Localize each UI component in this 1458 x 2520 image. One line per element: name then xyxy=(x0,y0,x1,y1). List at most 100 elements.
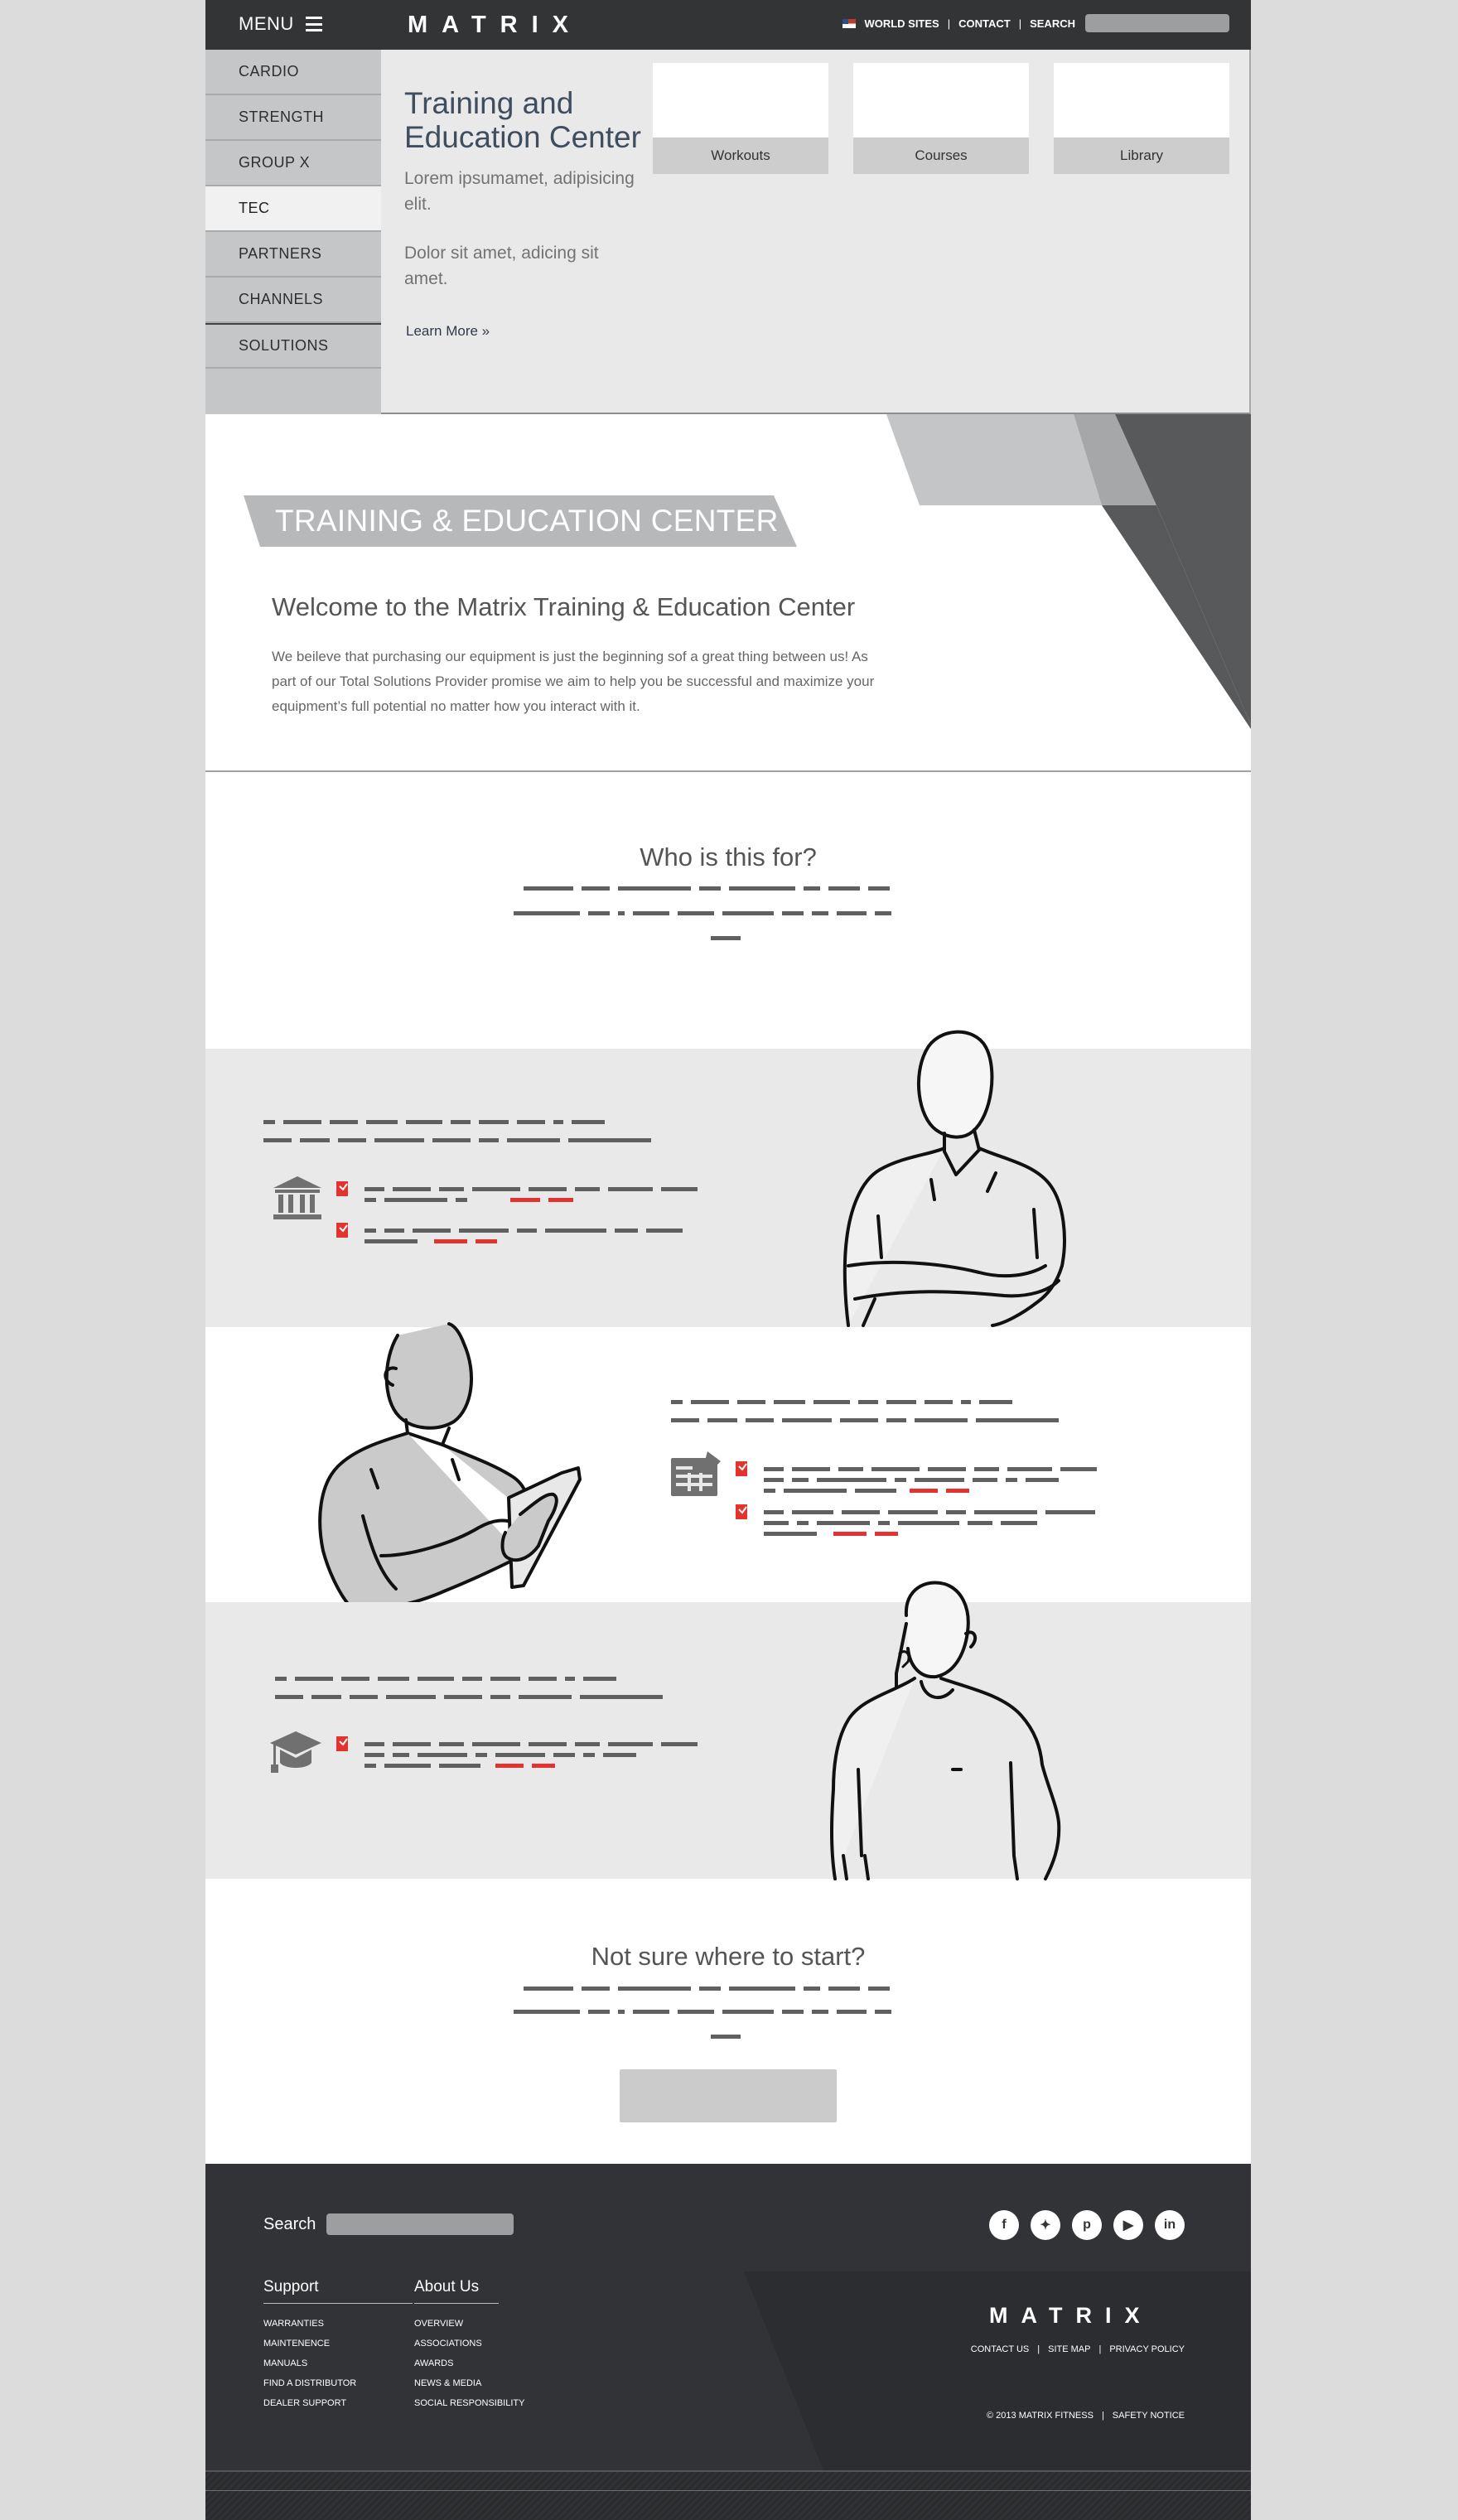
footer-link-social-responsibility[interactable]: SOCIAL RESPONSIBILITY xyxy=(414,2393,524,2413)
red-bullet-icon xyxy=(336,1223,348,1238)
nav-item-channels[interactable]: CHANNELS xyxy=(205,278,381,323)
social-links: f ✦ p ▶ in xyxy=(989,2210,1185,2240)
persona-bullets xyxy=(336,1736,698,1768)
get-started-button[interactable] xyxy=(620,2069,837,2122)
red-bullet-icon xyxy=(336,1736,348,1751)
placeholder-text xyxy=(514,1987,891,2039)
intro-section: TRAINING & EDUCATION CENTER Welcome to t… xyxy=(205,414,1251,772)
menu-label: MENU xyxy=(239,13,294,34)
safety-notice-link[interactable]: SAFETY NOTICE xyxy=(1113,2411,1185,2421)
nav-item-cardio[interactable]: CARDIO xyxy=(205,50,381,95)
world-sites-link[interactable]: WORLD SITES xyxy=(864,17,939,30)
us-flag-icon xyxy=(842,19,857,28)
nav-item-solutions[interactable]: SOLUTIONS xyxy=(205,323,381,369)
red-bullet-icon xyxy=(736,1504,747,1519)
matrix-logo-text: MATRIX xyxy=(408,13,582,35)
separator: | xyxy=(1037,2344,1040,2354)
placeholder-text xyxy=(514,886,891,940)
menu-button[interactable]: MENU xyxy=(239,13,322,35)
card-label: Workouts xyxy=(653,138,828,174)
footer-search-input[interactable] xyxy=(326,2213,514,2235)
persona-bullets xyxy=(736,1461,1097,1536)
separator: | xyxy=(947,17,951,30)
hero-paragraph: Dolor sit amet, adicing sit amet. xyxy=(404,244,599,288)
person-with-tablet-illustration xyxy=(318,1322,582,1611)
double-chevron-right-icon: » xyxy=(481,323,490,339)
hamburger-icon xyxy=(305,17,322,31)
card-courses[interactable]: Courses xyxy=(853,63,1029,174)
card-library[interactable]: Library xyxy=(1054,63,1229,174)
footer-link-awards[interactable]: AWARDS xyxy=(414,2353,524,2373)
separator: | xyxy=(1098,2344,1102,2354)
matrix-logo[interactable]: MATRIX xyxy=(408,13,615,35)
separator: | xyxy=(1101,2411,1104,2421)
graduation-cap-icon xyxy=(270,1731,321,1773)
divider xyxy=(205,2490,1251,2491)
top-links: WORLD SITES | CONTACT | SEARCH xyxy=(842,17,1075,30)
contact-link[interactable]: CONTACT xyxy=(958,17,1011,30)
footer-contact-link[interactable]: CONTACT US xyxy=(971,2344,1030,2354)
linkedin-icon[interactable]: in xyxy=(1155,2210,1185,2240)
persona-bullets xyxy=(336,1181,698,1243)
twitter-icon[interactable]: ✦ xyxy=(1031,2210,1060,2240)
footer-bottom-strip xyxy=(205,2470,1251,2520)
footer-link-find-distributor[interactable]: FIND A DISTRIBUTOR xyxy=(263,2373,413,2393)
persona-heading xyxy=(275,1677,663,1699)
intro-body: We beileve that purchasing our equipment… xyxy=(272,649,875,714)
footer-privacy-link[interactable]: PRIVACY POLICY xyxy=(1109,2344,1185,2354)
card-workouts[interactable]: Workouts xyxy=(653,63,828,174)
person-with-whistle-illustration xyxy=(830,1581,1061,1880)
footer-matrix-logo[interactable]: MATRIX xyxy=(989,2305,1185,2324)
nav-item-tec[interactable]: TEC xyxy=(205,186,381,232)
cta-heading: Not sure where to start? xyxy=(591,1942,866,1971)
footer-link-warranties[interactable]: WARRANTIES xyxy=(263,2314,413,2334)
who-heading: Who is this for? xyxy=(640,842,817,871)
footer: Search Support WARRANTIES MAINTENENCE MA… xyxy=(205,2164,1251,2520)
footer-support-column: Support WARRANTIES MAINTENENCE MANUALS F… xyxy=(263,2278,413,2413)
footer-logo-text: MATRIX xyxy=(989,2305,1153,2324)
footer-link-dealer-support[interactable]: DEALER SUPPORT xyxy=(263,2393,413,2413)
card-label: Courses xyxy=(853,138,1029,174)
bank-icon xyxy=(273,1176,321,1219)
decorative-shapes xyxy=(886,414,1251,729)
pinterest-icon[interactable]: p xyxy=(1072,2210,1102,2240)
learn-more-link[interactable]: Learn More » xyxy=(406,323,490,340)
nav-item-group-x[interactable]: GROUP X xyxy=(205,141,381,186)
card-label: Library xyxy=(1054,138,1229,174)
footer-search-label: Search xyxy=(263,2215,316,2233)
section-banner-label: TRAINING & EDUCATION CENTER xyxy=(275,504,779,538)
footer-link-overview[interactable]: OVERVIEW xyxy=(414,2314,524,2334)
footer-sitemap-link[interactable]: SITE MAP xyxy=(1048,2344,1090,2354)
footer-about-heading: About Us xyxy=(414,2278,499,2304)
intro-heading: Welcome to the Matrix Training & Educati… xyxy=(272,592,856,621)
nav-item-strength[interactable]: STRENGTH xyxy=(205,95,381,141)
footer-utility-links: CONTACT US | SITE MAP | PRIVACY POLICY xyxy=(971,2344,1185,2354)
youtube-icon[interactable]: ▶ xyxy=(1113,2210,1143,2240)
person-arms-crossed-illustration xyxy=(842,1030,1066,1327)
footer-copyright: © 2013 MATRIX FITNESS | SAFETY NOTICE xyxy=(987,2411,1185,2421)
facebook-icon[interactable]: f xyxy=(989,2210,1019,2240)
persona-heading xyxy=(671,1400,1059,1422)
persona-heading xyxy=(263,1120,651,1142)
search-link[interactable]: SEARCH xyxy=(1030,17,1075,30)
search-input[interactable] xyxy=(1085,14,1229,32)
separator: | xyxy=(1018,17,1022,30)
hero-cards: Workouts Courses Library xyxy=(653,63,1229,174)
footer-link-associations[interactable]: ASSOCIATIONS xyxy=(414,2334,524,2353)
hero-panel: Training and Education Center Lorem ipsu… xyxy=(381,50,1251,414)
nav-item-partners[interactable]: PARTNERS xyxy=(205,232,381,278)
page: MENU MATRIX WORLD SITES | CONTACT | SEAR… xyxy=(205,0,1251,2520)
footer-link-maintenance[interactable]: MAINTENENCE xyxy=(263,2334,413,2353)
learn-more-label: Learn More xyxy=(406,323,478,339)
footer-link-news-media[interactable]: NEWS & MEDIA xyxy=(414,2373,524,2393)
hero-title: Training and Education Center xyxy=(404,86,641,154)
footer-support-heading: Support xyxy=(263,2278,413,2304)
side-nav: CARDIO STRENGTH GROUP X TEC PARTNERS CHA… xyxy=(205,50,381,414)
top-bar: MENU MATRIX WORLD SITES | CONTACT | SEAR… xyxy=(205,0,1251,50)
footer-link-manuals[interactable]: MANUALS xyxy=(263,2353,413,2373)
red-bullet-icon xyxy=(336,1181,348,1196)
footer-about-column: About Us OVERVIEW ASSOCIATIONS AWARDS NE… xyxy=(414,2278,524,2413)
red-bullet-icon xyxy=(736,1461,747,1476)
copyright-text: © 2013 MATRIX FITNESS xyxy=(987,2411,1094,2421)
hero-paragraph: Lorem ipsumamet, adipisicing elit. xyxy=(404,169,635,214)
